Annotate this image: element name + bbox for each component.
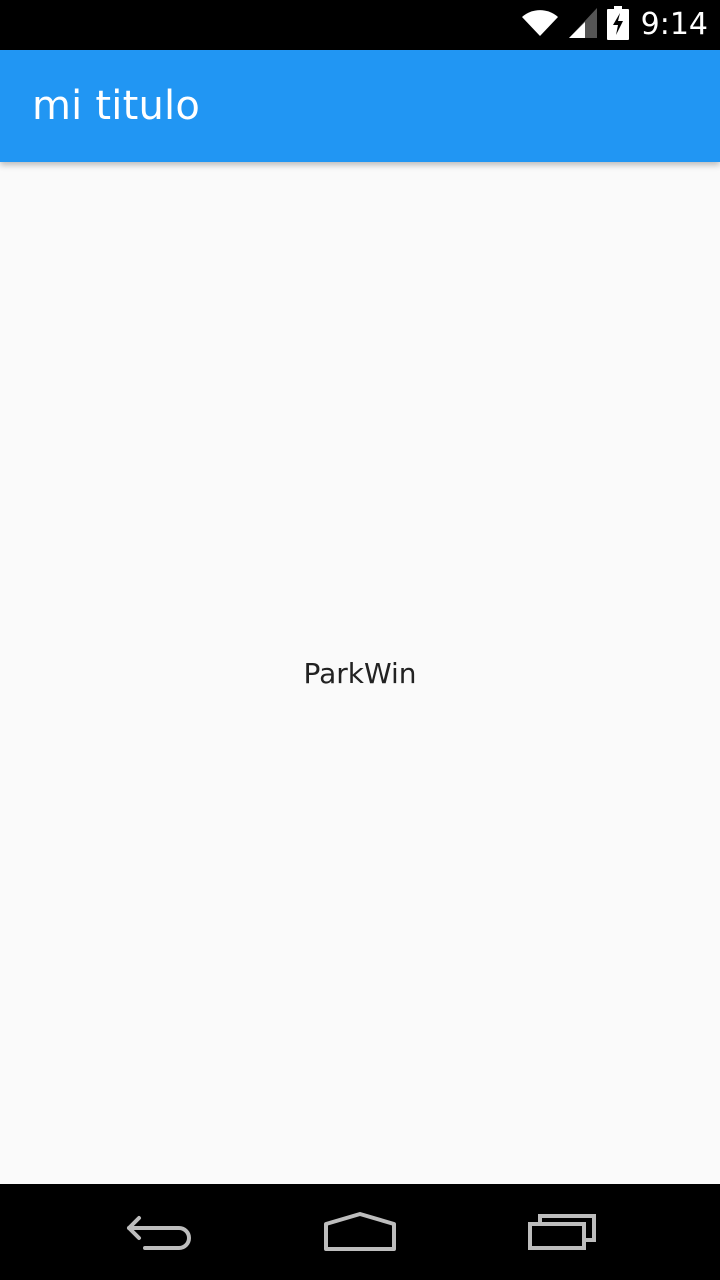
- home-icon: [324, 1212, 396, 1251]
- status-bar: 9:14: [0, 0, 720, 50]
- back-button[interactable]: [112, 1202, 208, 1262]
- signal-icon: [568, 7, 597, 43]
- phone-screen: 9:14 mi titulo ParkWin: [0, 0, 720, 1280]
- wifi-icon: [521, 8, 559, 43]
- center-text: ParkWin: [303, 656, 417, 690]
- recents-icon: [528, 1214, 596, 1250]
- status-time: 9:14: [640, 7, 708, 42]
- recents-button[interactable]: [514, 1202, 610, 1262]
- main-content: ParkWin: [0, 162, 720, 1184]
- status-icons: 9:14: [521, 5, 708, 45]
- navigation-bar: [0, 1184, 720, 1280]
- app-bar: mi titulo: [0, 50, 720, 162]
- home-button[interactable]: [312, 1202, 408, 1262]
- app-title: mi titulo: [32, 83, 201, 129]
- battery-charging-icon: [606, 5, 629, 45]
- back-icon: [127, 1216, 191, 1250]
